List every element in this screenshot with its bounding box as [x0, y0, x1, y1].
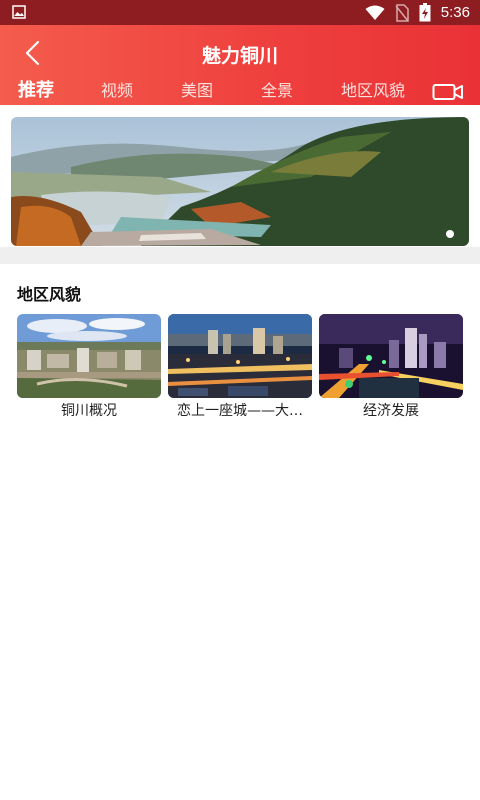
image-icon: [12, 5, 26, 19]
card-caption: 铜川概况: [61, 403, 117, 419]
card-caption: 恋上一座城——大…: [177, 403, 303, 419]
card-thumbnail: [319, 314, 463, 398]
tab-video[interactable]: 视频: [101, 77, 133, 101]
section-title: 地区风貌: [17, 285, 82, 304]
battery-icon: [419, 3, 431, 22]
tab-recommend[interactable]: 推荐: [18, 76, 54, 102]
city-overview-image: [17, 314, 161, 398]
tab-panorama[interactable]: 全景: [261, 77, 293, 101]
carousel-indicator-dot: [446, 230, 454, 238]
card-love-a-city[interactable]: 恋上一座城——大…: [168, 314, 312, 420]
category-tabs: 推荐 视频 美图 全景 地区风貌: [0, 77, 480, 105]
section-divider: [0, 247, 480, 264]
banner-landscape-image: [11, 117, 469, 246]
wifi-icon: [365, 5, 385, 20]
no-sim-icon: [395, 3, 409, 22]
status-time: 5:36: [440, 4, 470, 21]
page-title: 魅力铜川: [201, 45, 278, 67]
status-bar: 5:36: [0, 0, 480, 25]
tab-photos[interactable]: 美图: [181, 77, 213, 101]
card-caption: 经济发展: [363, 403, 419, 419]
card-thumbnail: [17, 314, 161, 398]
card-economic-development[interactable]: 经济发展: [319, 314, 463, 420]
tab-regional-scenery[interactable]: 地区风貌: [341, 77, 405, 101]
card-tongchuan-overview[interactable]: 铜川概况: [17, 314, 161, 420]
card-thumbnail: [168, 314, 312, 398]
banner-carousel[interactable]: [11, 117, 469, 246]
night-skyline-image: [319, 314, 463, 398]
city-night-image: [168, 314, 312, 398]
app-header: 魅力铜川 推荐 视频 美图 全景 地区风貌: [0, 25, 480, 105]
video-camera-icon[interactable]: [432, 82, 464, 102]
